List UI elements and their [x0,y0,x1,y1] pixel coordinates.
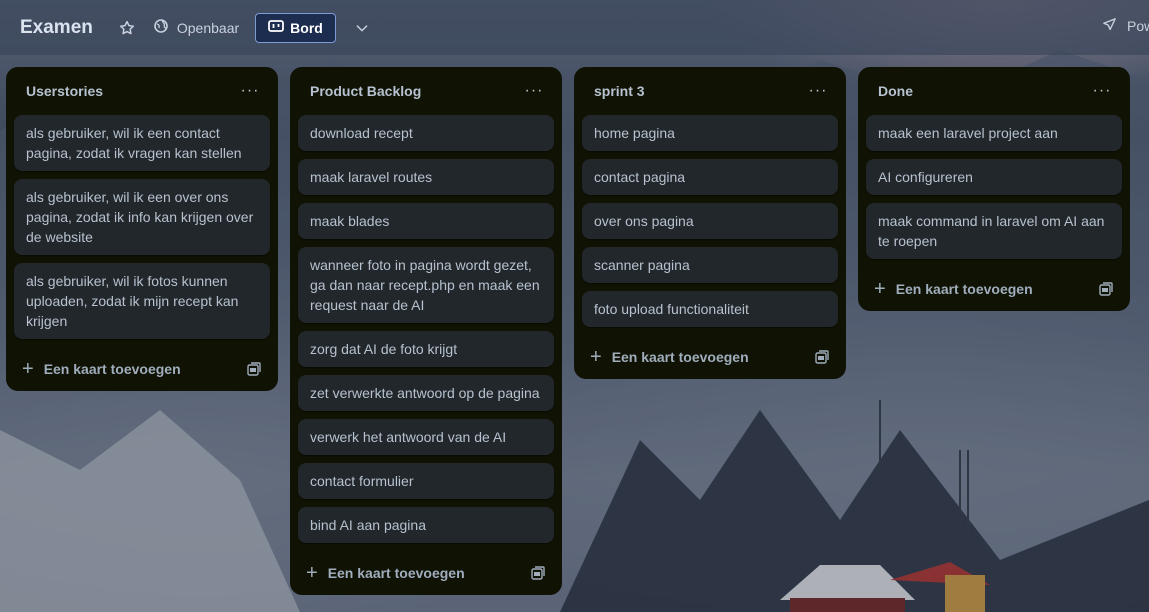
card[interactable]: AI configureren [866,159,1122,195]
visibility-label: Openbaar [176,19,240,36]
card[interactable]: maak blades [298,203,554,239]
card[interactable]: home pagina [582,115,838,151]
add-card-label: Een kaart toevoegen [611,349,749,365]
board-header: Examen Openbaar Bord Power-Ups [0,0,1149,55]
list-title[interactable]: Done [878,83,913,99]
card[interactable]: maak laravel routes [298,159,554,195]
card[interactable]: zorg dat AI de foto krijgt [298,331,554,367]
card[interactable]: maak command in laravel om AI aan te roe… [866,203,1122,259]
card[interactable]: foto upload functionaliteit [582,291,838,327]
more-icon[interactable]: ··· [524,83,544,99]
add-card-label: Een kaart toevoegen [327,565,465,581]
card[interactable]: scanner pagina [582,247,838,283]
list-product-backlog: Product Backlog ··· download recept maak… [290,67,562,595]
more-icon[interactable]: ··· [1092,83,1112,99]
template-icon[interactable] [1098,281,1114,297]
card[interactable]: wanneer foto in pagina wordt gezet, ga d… [298,247,554,323]
add-card-button[interactable]: + Een kaart toevoegen [22,358,181,380]
card[interactable]: als gebruiker, wil ik fotos kunnen uploa… [14,263,270,339]
card[interactable]: contact formulier [298,463,554,499]
more-icon[interactable]: ··· [240,83,260,99]
more-icon[interactable]: ··· [808,83,828,99]
chevron-down-icon[interactable] [350,16,374,40]
list-title[interactable]: Product Backlog [310,83,421,99]
power-ups-button[interactable]: Power-Ups [1102,17,1149,35]
plus-icon: + [22,358,34,380]
add-card-label: Een kaart toevoegen [43,361,181,377]
visibility-button[interactable]: Openbaar [153,18,239,37]
card[interactable]: zet verwerkte antwoord op de pagina [298,375,554,411]
card[interactable]: als gebruiker, wil ik een contact pagina… [14,115,270,171]
plus-icon: + [590,346,602,368]
add-card-button[interactable]: + Een kaart toevoegen [590,346,749,368]
list-title[interactable]: sprint 3 [594,83,645,99]
plus-icon: + [306,562,318,584]
board-title[interactable]: Examen [20,17,93,39]
view-switcher-board[interactable]: Bord [255,12,336,43]
rocket-icon [1102,17,1117,35]
globe-icon [153,18,169,37]
card[interactable]: download recept [298,115,554,151]
card[interactable]: bind AI aan pagina [298,507,554,543]
list-done: Done ··· maak een laravel project aan AI… [858,67,1130,311]
card[interactable]: verwerk het antwoord van de AI [298,419,554,455]
card[interactable]: als gebruiker, wil ik een over ons pagin… [14,179,270,255]
board-icon [268,19,285,36]
template-icon[interactable] [530,565,546,581]
card[interactable]: contact pagina [582,159,838,195]
plus-icon: + [874,278,886,300]
power-ups-label: Power-Ups [1127,18,1149,34]
template-icon[interactable] [814,349,830,365]
star-icon[interactable] [115,16,139,40]
card[interactable]: maak een laravel project aan [866,115,1122,151]
template-icon[interactable] [246,361,262,377]
list-title[interactable]: Userstories [26,83,103,99]
list-userstories: Userstories ··· als gebruiker, wil ik ee… [6,67,278,391]
add-card-label: Een kaart toevoegen [895,281,1033,297]
add-card-button[interactable]: + Een kaart toevoegen [306,562,465,584]
card[interactable]: over ons pagina [582,203,838,239]
add-card-button[interactable]: + Een kaart toevoegen [874,278,1033,300]
view-label: Bord [290,19,323,36]
list-sprint-3: sprint 3 ··· home pagina contact pagina … [574,67,846,379]
